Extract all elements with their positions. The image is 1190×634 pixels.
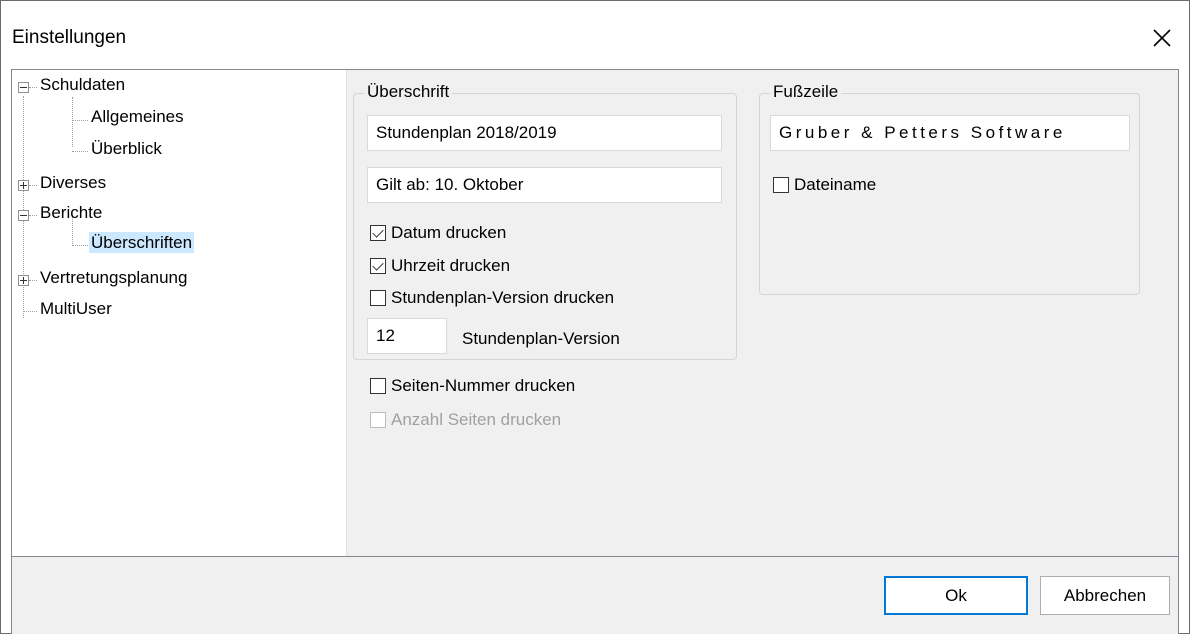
header-group-label: Überschrift xyxy=(364,82,453,102)
version-label: Stundenplan-Version xyxy=(462,329,620,348)
title-bar: Einstellungen xyxy=(1,1,1189,71)
tree-connector xyxy=(72,120,88,121)
cancel-button[interactable]: Abbrechen xyxy=(1040,576,1170,615)
expand-icon[interactable] xyxy=(18,180,29,191)
dialog-title: Einstellungen xyxy=(12,27,127,48)
tree-connector xyxy=(72,151,88,152)
tree-item-schuldaten[interactable]: Schuldaten xyxy=(38,75,127,95)
settings-tree[interactable]: Schuldaten Allgemeines Überblick Diverse… xyxy=(12,70,347,556)
tree-item-allgemeines[interactable]: Allgemeines xyxy=(89,107,186,127)
checkbox-unchecked-icon xyxy=(370,412,386,428)
print-date-checkbox[interactable]: Datum drucken xyxy=(370,223,506,243)
tree-connector xyxy=(29,185,37,186)
tree-connector xyxy=(29,215,37,216)
collapse-icon[interactable] xyxy=(18,82,29,93)
collapse-icon[interactable] xyxy=(18,210,29,221)
page-count-checkbox[interactable]: Anzahl Seiten drucken xyxy=(370,410,561,430)
header-line1-input[interactable]: Stundenplan 2018/2019 xyxy=(367,115,722,151)
checkbox-checked-icon xyxy=(370,258,386,274)
close-icon xyxy=(1153,29,1171,47)
print-time-checkbox[interactable]: Uhrzeit drucken xyxy=(370,256,510,276)
footer-group-label: Fußzeile xyxy=(770,82,842,102)
filename-checkbox[interactable]: Dateiname xyxy=(773,175,876,195)
checkbox-unchecked-icon xyxy=(370,378,386,394)
checkbox-unchecked-icon xyxy=(370,290,386,306)
tree-item-vertretungsplanung[interactable]: Vertretungsplanung xyxy=(38,268,189,288)
checkbox-checked-icon xyxy=(370,225,386,241)
tree-item-multiuser[interactable]: MultiUser xyxy=(38,299,114,319)
tree-item-ueberschriften[interactable]: Überschriften xyxy=(89,232,195,253)
expand-icon[interactable] xyxy=(18,275,29,286)
ok-button[interactable]: Ok xyxy=(884,576,1028,615)
print-version-checkbox[interactable]: Stundenplan-Version drucken xyxy=(370,288,614,308)
version-number-input[interactable]: 12 xyxy=(367,318,447,354)
tree-connector xyxy=(29,280,37,281)
tree-connector xyxy=(72,245,88,246)
tree-connector xyxy=(23,311,37,312)
footer-text-input[interactable]: Gruber & Petters Software xyxy=(770,115,1130,151)
checkbox-unchecked-icon xyxy=(773,177,789,193)
tree-item-berichte[interactable]: Berichte xyxy=(38,203,104,223)
settings-dialog: Einstellungen Schuldaten Allgemeines Übe… xyxy=(0,0,1190,634)
header-line2-input[interactable]: Gilt ab: 10. Oktober xyxy=(367,167,722,203)
close-button[interactable] xyxy=(1145,21,1179,55)
page-number-checkbox[interactable]: Seiten-Nummer drucken xyxy=(370,376,575,396)
tree-connector xyxy=(29,87,37,88)
tree-item-ueberblick[interactable]: Überblick xyxy=(89,139,164,159)
tree-connector xyxy=(72,97,73,147)
tree-item-diverses[interactable]: Diverses xyxy=(38,173,108,193)
content-area: Schuldaten Allgemeines Überblick Diverse… xyxy=(11,69,1179,557)
